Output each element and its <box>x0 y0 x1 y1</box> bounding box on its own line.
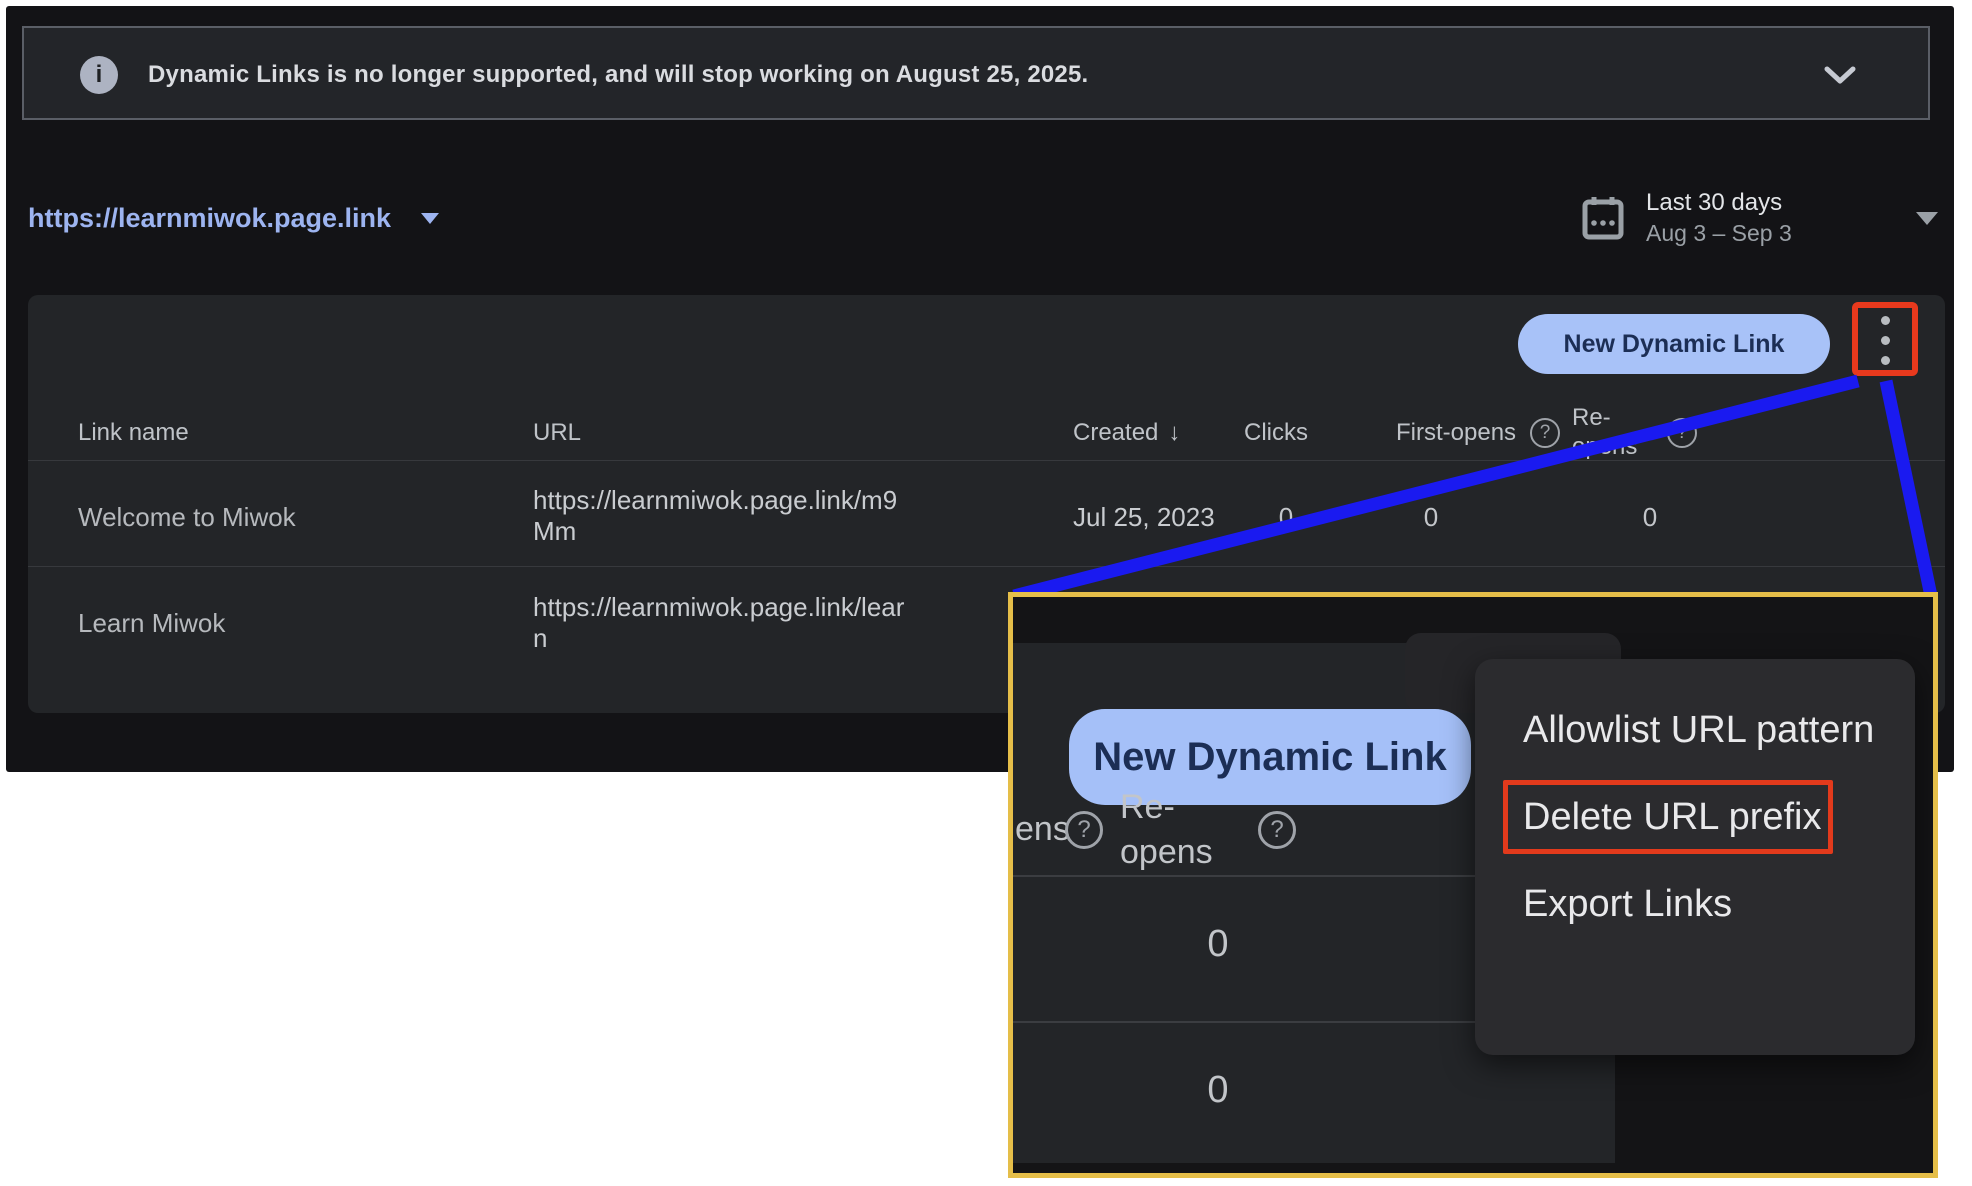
banner-message: Dynamic Links is no longer supported, an… <box>148 28 1088 122</box>
deprecation-banner: i Dynamic Links is no longer supported, … <box>22 26 1930 120</box>
re-opens-cell: 0 <box>1207 923 1228 966</box>
clicks-cell: 0 <box>1279 502 1293 533</box>
chevron-down-icon[interactable] <box>1824 66 1856 84</box>
dot-icon <box>1881 336 1890 345</box>
help-icon: ? <box>1258 811 1296 849</box>
dot-icon <box>1881 316 1890 325</box>
date-range-picker[interactable]: Last 30 days Aug 3 – Sep 3 <box>1582 188 1938 248</box>
help-icon[interactable]: ? <box>1530 418 1560 448</box>
col-header-clicks: Clicks <box>1244 419 1308 447</box>
url-prefix-selector[interactable]: https://learnmiwok.page.link <box>28 196 439 240</box>
menu-item-export-links[interactable]: Export Links <box>1475 873 1915 935</box>
date-range-preset: Last 30 days <box>1646 188 1792 218</box>
dropdown-caret-icon <box>1916 212 1938 225</box>
row-divider <box>28 566 1945 567</box>
first-opens-cell: 0 <box>1424 502 1438 533</box>
calendar-icon <box>1582 195 1624 241</box>
re-opens-cell: 0 <box>1643 502 1657 533</box>
screenshot-root: i Dynamic Links is no longer supported, … <box>0 0 1972 1186</box>
row-divider <box>28 460 1945 461</box>
date-range-dates: Aug 3 – Sep 3 <box>1646 218 1792 248</box>
col-header-first-opens: First-opens <box>1396 419 1516 447</box>
link-url-cell: https://learnmiwok.page.link/m9Mm <box>533 485 897 547</box>
menu-item-delete-url-prefix[interactable]: Delete URL prefix <box>1475 786 1915 848</box>
col-header-re-opens: Re-opens <box>1572 403 1662 461</box>
col-header-link-name: Link name <box>78 419 189 447</box>
menu-item-allowlist-url-pattern[interactable]: Allowlist URL pattern <box>1475 699 1915 761</box>
zoom-callout: New Dynamic Link ens ? Re-opens ? 0 0 Al… <box>1008 592 1938 1178</box>
help-icon: ? <box>1065 811 1103 849</box>
dropdown-caret-icon <box>421 213 439 224</box>
help-icon[interactable]: ? <box>1667 418 1697 448</box>
re-opens-cell: 0 <box>1207 1069 1228 1112</box>
new-dynamic-link-button[interactable]: New Dynamic Link <box>1518 314 1830 374</box>
col-header-url: URL <box>533 419 581 447</box>
col-header-re-opens: Re-opens <box>1120 785 1240 875</box>
overflow-menu-button[interactable] <box>1864 312 1906 368</box>
col-header-created[interactable]: Created↓ <box>1073 419 1180 447</box>
col-header-first-opens-fragment: ens <box>1015 810 1070 849</box>
sort-descending-icon: ↓ <box>1168 419 1180 446</box>
overflow-menu-popup: Allowlist URL pattern Delete URL prefix … <box>1475 659 1915 1055</box>
link-name-cell: Learn Miwok <box>78 608 225 639</box>
link-url-cell: https://learnmiwok.page.link/learn <box>533 592 904 654</box>
dot-icon <box>1881 356 1890 365</box>
link-name-cell: Welcome to Miwok <box>78 502 296 533</box>
created-cell: Jul 25, 2023 <box>1073 502 1215 533</box>
info-icon: i <box>80 56 118 94</box>
url-prefix-label: https://learnmiwok.page.link <box>28 203 391 234</box>
